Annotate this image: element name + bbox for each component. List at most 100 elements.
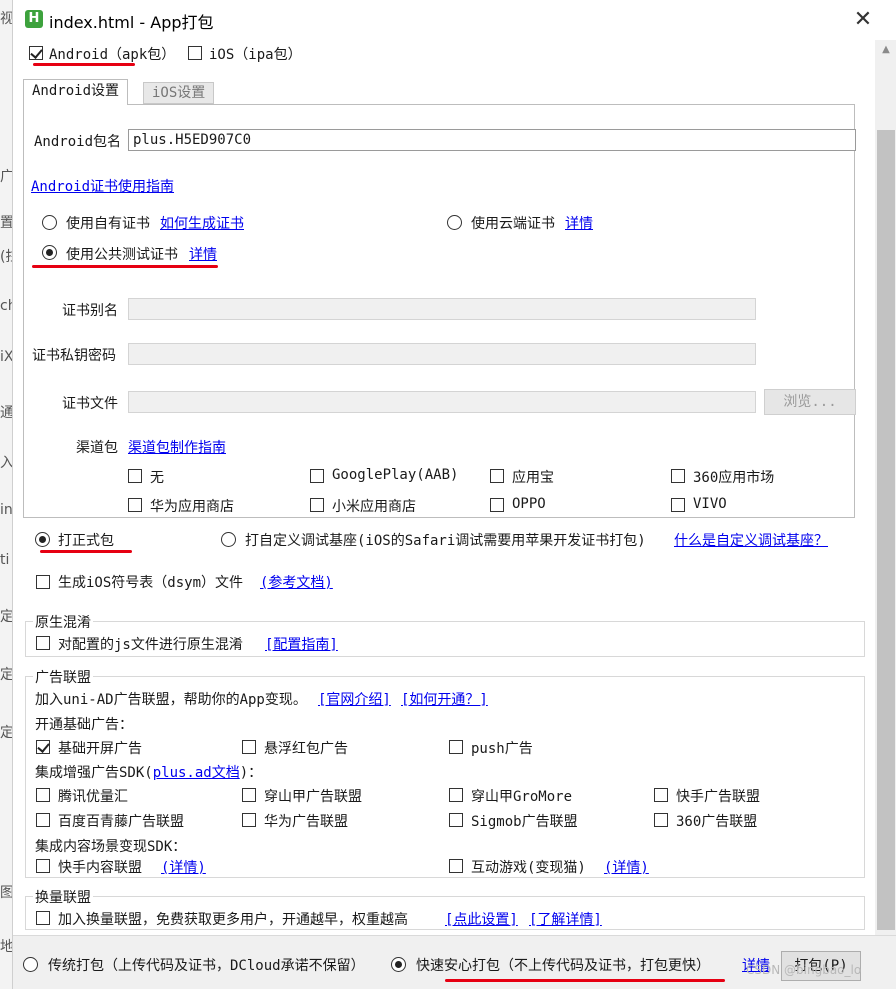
dsym-checkbox[interactable] [36,575,50,589]
content-sdk-option-details-link[interactable]: (详情) [161,857,206,877]
fast-pack-label[interactable]: 快速安心打包（不上传代码及证书，打包更快） [416,955,710,975]
window-title: index.html - App打包 [49,13,214,32]
cert-file-input[interactable] [128,391,756,413]
basic-ad-option-checkbox[interactable] [242,740,256,754]
ad-sdk-option-checkbox[interactable] [242,788,256,802]
basic-ad-option-label[interactable]: 悬浮红包广告 [264,738,348,758]
cloud-cert-details-link[interactable]: 详情 [565,213,593,233]
content-sdk-option-label[interactable]: 互动游戏(变现猫) [471,857,586,877]
tab-android-settings[interactable]: Android设置 [23,79,129,105]
ad-sdk-option-label[interactable]: 快手广告联盟 [676,786,760,806]
content-sdk-option-checkbox[interactable] [36,859,50,873]
channel-option-label[interactable]: 应用宝 [512,467,554,487]
channel-option-checkbox[interactable] [490,469,504,483]
ad-sdk-option-label[interactable]: 百度百青藤广告联盟 [58,811,184,831]
title-bar[interactable]: H index.html - App打包 ✕ [13,0,896,40]
custom-base-radio[interactable] [221,532,236,547]
ad-sdk-option-checkbox[interactable] [36,813,50,827]
traditional-pack-radio[interactable] [23,957,38,972]
android-checkbox[interactable] [29,46,43,60]
custom-base-label[interactable]: 打自定义调试基座(iOS的Safari调试需要用苹果开发证书打包) [245,530,646,550]
public-test-cert-radio[interactable] [42,245,57,260]
android-label[interactable]: Android（apk包） [49,44,175,64]
tab-ios-settings[interactable]: iOS设置 [143,82,215,104]
channel-option-label[interactable]: VIVO [693,496,727,512]
cloud-cert-radio[interactable] [447,215,462,230]
ad-sdk-option-checkbox[interactable] [654,813,668,827]
ad-sdk-option-label[interactable]: 穿山甲GroMore [471,786,572,806]
public-test-cert-label[interactable]: 使用公共测试证书 [66,244,178,264]
close-icon[interactable]: ✕ [849,8,877,34]
how-to-generate-cert-link[interactable]: 如何生成证书 [160,213,244,233]
ad-sdk-option-checkbox[interactable] [449,813,463,827]
annotation-underline-android [33,63,135,66]
cert-alias-input[interactable] [128,298,756,320]
ad-sdk-option-label[interactable]: 360广告联盟 [676,811,757,831]
cert-password-input[interactable] [128,343,756,365]
plus-ad-docs-link[interactable]: plus.ad文档 [153,765,240,781]
channel-option-label[interactable]: 华为应用商店 [150,496,234,516]
channel-guide-link[interactable]: 渠道包制作指南 [128,437,226,457]
browse-button[interactable]: 浏览... [764,389,856,415]
formal-pack-label[interactable]: 打正式包 [58,530,114,550]
ios-label[interactable]: iOS（ipa包） [209,44,302,64]
own-cert-radio[interactable] [42,215,57,230]
dsym-label[interactable]: 生成iOS符号表（dsym）文件 [58,572,243,592]
exchange-label[interactable]: 加入换量联盟，免费获取更多用户，开通越早，权重越高 [58,909,408,929]
exchange-checkbox[interactable] [36,911,50,925]
basic-ad-option-label[interactable]: push广告 [471,738,533,758]
cert-guide-link[interactable]: Android证书使用指南 [31,176,174,196]
scroll-up-arrow-icon[interactable]: ▲ [875,40,896,60]
channel-option-checkbox[interactable] [310,498,324,512]
content-sdk-option-checkbox[interactable] [449,859,463,873]
exchange-settings-link[interactable]: [点此设置] [445,909,518,929]
ad-sdk-option-label[interactable]: 华为广告联盟 [264,811,348,831]
channel-option-checkbox[interactable] [671,469,685,483]
own-cert-label[interactable]: 使用自有证书 [66,213,150,233]
ad-official-intro-link[interactable]: [官网介绍] [318,689,391,709]
ad-sdk-option-checkbox[interactable] [654,788,668,802]
scrollbar-thumb[interactable] [877,130,895,930]
channel-option-checkbox[interactable] [128,498,142,512]
ad-sdk-option-label[interactable]: 穿山甲广告联盟 [264,786,362,806]
what-is-custom-base-link[interactable]: 什么是自定义调试基座？ [674,530,828,550]
channel-option-label[interactable]: 360应用市场 [693,467,774,487]
channel-option-checkbox[interactable] [310,469,324,483]
ad-sdk-option-checkbox[interactable] [242,813,256,827]
channel-option-checkbox[interactable] [128,469,142,483]
annotation-underline-public-cert [32,265,218,268]
obfuscation-title: 原生混淆 [33,612,93,632]
ios-checkbox[interactable] [188,46,202,60]
ad-sdk-option-checkbox[interactable] [449,788,463,802]
content-sdk-option-label[interactable]: 快手内容联盟 [58,857,142,877]
channel-option-checkbox[interactable] [671,498,685,512]
dsym-reference-link[interactable]: (参考文档) [260,572,333,592]
traditional-pack-label[interactable]: 传统打包（上传代码及证书，DCloud承诺不保留） [48,955,365,975]
obfuscation-label[interactable]: 对配置的js文件进行原生混淆 [58,634,243,654]
channel-option-checkbox[interactable] [490,498,504,512]
basic-ad-option-checkbox[interactable] [36,740,50,754]
basic-ad-option-label[interactable]: 基础开屏广告 [58,738,142,758]
exchange-details-link[interactable]: [了解详情] [529,909,602,929]
package-name-input[interactable]: plus.H5ED907C0 [128,129,856,151]
obfuscation-guide-link[interactable]: [配置指南] [265,634,338,654]
obfuscation-checkbox[interactable] [36,636,50,650]
ad-sdk-option-checkbox[interactable] [36,788,50,802]
annotation-underline-fast-pack [445,979,725,982]
cloud-cert-label[interactable]: 使用云端证书 [471,213,555,233]
public-cert-details-link[interactable]: 详情 [189,244,217,264]
content-sdk-option-details-link[interactable]: (详情) [604,857,649,877]
channel-option-label[interactable]: 无 [150,467,164,487]
channel-option-label[interactable]: OPPO [512,496,546,512]
bottom-bar: 传统打包（上传代码及证书，DCloud承诺不保留） 快速安心打包（不上传代码及证… [13,935,896,989]
android-settings-panel: Android包名 plus.H5ED907C0 Android证书使用指南 使… [23,104,856,518]
fast-pack-radio[interactable] [391,957,406,972]
formal-pack-radio[interactable] [35,532,50,547]
ad-sdk-option-label[interactable]: Sigmob广告联盟 [471,811,578,831]
channel-option-label[interactable]: 小米应用商店 [332,496,416,516]
channel-option-label[interactable]: GooglePlay(AAB) [332,467,458,483]
ad-sdk-option-label[interactable]: 腾讯优量汇 [58,786,128,806]
annotation-underline-formal [40,550,132,553]
basic-ad-option-checkbox[interactable] [449,740,463,754]
ad-how-to-enable-link[interactable]: [如何开通？] [401,689,488,709]
